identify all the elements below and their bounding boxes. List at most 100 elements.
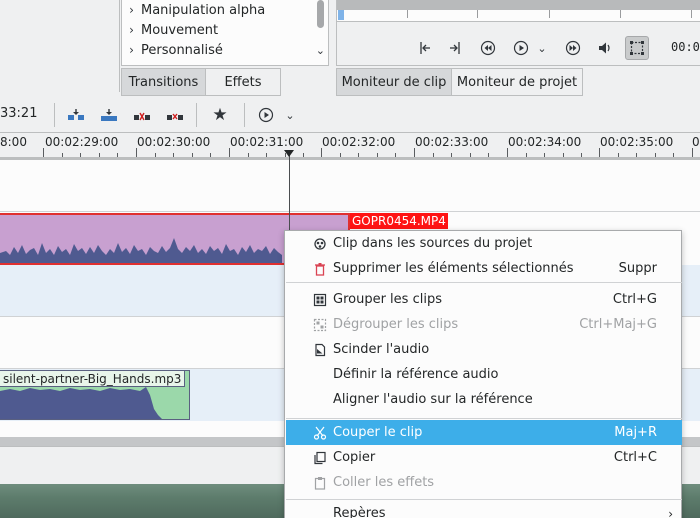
tree-item-alpha-manipulation[interactable]: › Manipulation alpha — [122, 0, 265, 20]
overwrite-icon — [101, 109, 117, 121]
chevron-down-icon: ⌄ — [285, 108, 295, 122]
tree-scrollbar-thumb[interactable] — [317, 0, 324, 28]
ruler-tick — [407, 10, 408, 18]
ruler-tick — [691, 10, 692, 18]
monitor-tab-bar: Moniteur de clip Moniteur de projet — [336, 68, 586, 96]
playhead-marker-icon[interactable] — [284, 150, 294, 157]
zone-in-button[interactable] — [413, 36, 437, 60]
play-options-dropdown[interactable]: ⌄ — [535, 36, 549, 60]
trash-icon — [312, 261, 328, 277]
timeline-toolbar: 33:21 ★ ⌄ — [0, 99, 700, 131]
remove-space-button[interactable] — [130, 103, 154, 127]
tab-project-monitor[interactable]: Moniteur de projet — [451, 68, 583, 96]
ruler-tick — [507, 148, 508, 157]
play-circle-icon — [258, 107, 274, 123]
tree-item-custom[interactable]: › Personnalisé — [122, 40, 223, 60]
play-icon — [513, 40, 529, 56]
timeline-timecode[interactable]: 33:21 — [0, 106, 37, 121]
volume-button[interactable] — [593, 36, 617, 60]
monitor-zone-bar[interactable] — [337, 0, 700, 10]
chevron-right-icon[interactable]: › — [122, 43, 141, 57]
insert-icon — [68, 109, 84, 120]
insert-clip-button[interactable] — [64, 103, 88, 127]
effects-left-pane — [0, 0, 120, 92]
favorite-button[interactable]: ★ — [208, 103, 232, 127]
menu-separator — [286, 282, 682, 283]
menu-item-set-audio-reference[interactable]: Définir la référence audio — [286, 362, 682, 387]
clip-monitor: ⌄ 00:0 — [336, 0, 700, 66]
menu-item-align-audio-to-reference[interactable]: Aligner l'audio sur la référence — [286, 387, 682, 412]
ruler-label: 0 — [692, 135, 700, 149]
ungroup-icon — [312, 317, 328, 333]
ruler-tick — [43, 148, 44, 157]
tab-clip-monitor[interactable]: Moniteur de clip — [336, 68, 452, 96]
effects-tab-bar: Transitions Effets — [121, 68, 329, 96]
monitor-position-marker[interactable] — [338, 10, 344, 20]
timeline-mode-button[interactable] — [254, 103, 278, 127]
menu-separator — [286, 418, 682, 419]
ruler-tick — [229, 148, 230, 157]
menu-item-cut-clip[interactable]: Couper le clip Maj+R — [286, 420, 682, 445]
tree-item-motion[interactable]: › Mouvement — [122, 20, 218, 40]
toolbar-separator — [244, 103, 245, 127]
ruler-label: 00:02:33:00 — [415, 135, 489, 149]
monitor-timecode[interactable]: 00:0 — [671, 40, 700, 54]
menu-item-clip-in-project-bin[interactable]: Clip dans les sources du projet — [286, 231, 682, 256]
audio-clip-label: silent-partner-Big_Hands.mp3 — [0, 371, 186, 387]
forward-button[interactable] — [561, 36, 585, 60]
rewind-icon — [480, 40, 496, 56]
ruler-label: 8:00 — [0, 135, 27, 149]
ruler-tick — [620, 10, 621, 18]
tab-transitions[interactable]: Transitions — [121, 68, 206, 96]
video-track-1[interactable] — [0, 160, 700, 212]
extract-button[interactable] — [163, 103, 187, 127]
menu-separator — [286, 499, 682, 500]
ruler-label: 00:02:30:00 — [137, 135, 211, 149]
menu-item-ungroup-clips[interactable]: Dégrouper les clips Ctrl+Maj+G — [286, 312, 682, 337]
video-clip-label: GOPR0454.MP4 — [350, 213, 448, 229]
menu-item-paste-effects[interactable]: Coller les effets — [286, 470, 682, 495]
ruler-tick — [599, 148, 600, 157]
menu-item-delete-selected[interactable]: Supprimer les éléments sélectionnés Supp… — [286, 256, 682, 281]
chevron-right-icon[interactable]: › — [122, 23, 141, 37]
timeline-ruler[interactable]: 8:00 00:02:29:00 00:02:30:00 00:02:31:00… — [0, 132, 700, 161]
copy-icon — [312, 450, 328, 466]
remove-space-icon — [134, 112, 150, 121]
audio-clip[interactable]: silent-partner-Big_Hands.mp3 — [0, 370, 190, 420]
menu-item-markers[interactable]: Repères › — [286, 501, 682, 518]
audio-clip-waveform — [0, 387, 162, 419]
menu-item-group-clips[interactable]: Grouper les clips Ctrl+G — [286, 287, 682, 312]
set-in-point-icon — [420, 42, 430, 54]
tree-scrollbar[interactable]: ⌄ — [314, 0, 328, 66]
ruler-tick — [549, 10, 550, 18]
chevron-down-icon[interactable]: ⌄ — [316, 44, 325, 57]
ruler-label: 00:02:31:00 — [230, 135, 304, 149]
menu-item-split-audio[interactable]: Scinder l'audio — [286, 337, 682, 362]
fast-forward-icon — [565, 40, 581, 56]
chevron-down-icon: ⌄ — [537, 41, 547, 55]
chevron-right-icon: › — [668, 506, 673, 518]
scissors-icon — [312, 425, 328, 441]
set-out-point-icon — [450, 42, 460, 54]
extract-icon — [167, 113, 183, 120]
group-icon — [312, 292, 328, 308]
chevron-right-icon[interactable]: › — [122, 3, 141, 17]
effects-tree[interactable]: › Manipulation alpha › Mouvement › Perso… — [121, 0, 329, 66]
split-audio-icon — [312, 342, 328, 358]
zone-out-button[interactable] — [443, 36, 467, 60]
rewind-button[interactable] — [476, 36, 500, 60]
star-icon: ★ — [212, 105, 228, 125]
menu-item-copy[interactable]: Copier Ctrl+C — [286, 445, 682, 470]
toolbar-separator — [196, 103, 197, 127]
clip-context-menu: Clip dans les sources du projet Supprime… — [284, 230, 682, 518]
overwrite-clip-button[interactable] — [97, 103, 121, 127]
toolbar-separator — [54, 103, 55, 127]
ruler-tick — [692, 148, 693, 157]
play-button[interactable] — [509, 36, 533, 60]
tab-effects[interactable]: Effets — [205, 68, 281, 96]
edit-mode-button[interactable] — [625, 36, 649, 60]
timeline-mode-dropdown[interactable]: ⌄ — [282, 103, 298, 127]
crop-frame-icon — [630, 41, 644, 55]
ruler-tick — [136, 148, 137, 157]
monitor-ruler[interactable] — [337, 0, 700, 22]
